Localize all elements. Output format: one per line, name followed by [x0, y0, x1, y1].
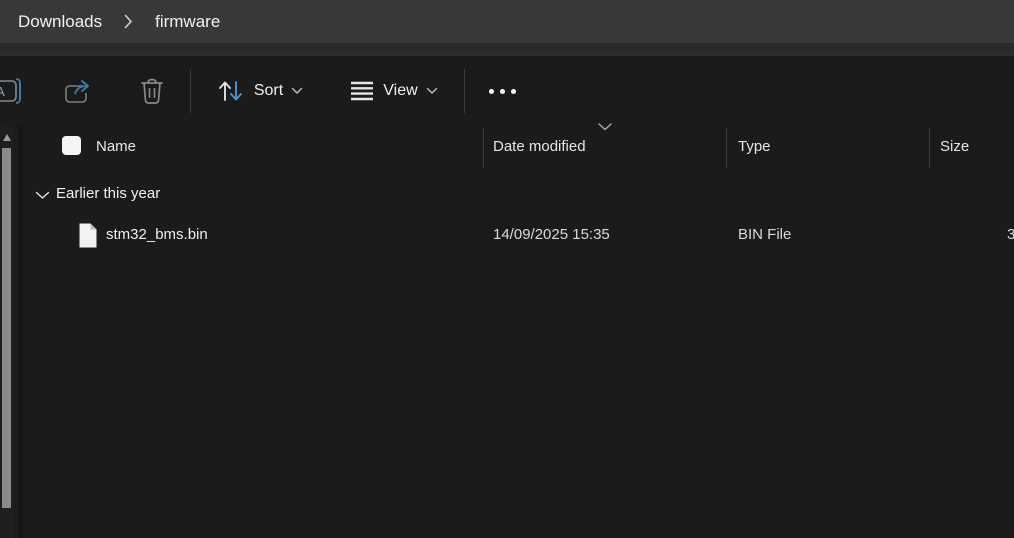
file-list-pane: Name Date modified Type Size Earlier thi…	[0, 126, 1014, 538]
svg-text:A: A	[0, 84, 5, 99]
share-button[interactable]	[54, 56, 102, 126]
column-divider[interactable]	[483, 128, 484, 168]
chevron-right-icon	[124, 14, 133, 29]
command-bar: A	[0, 56, 1014, 126]
chevron-down-icon	[291, 87, 303, 95]
sort-descending-icon	[597, 122, 613, 131]
column-divider[interactable]	[929, 128, 930, 168]
file-type: BIN File	[738, 216, 791, 254]
scrollbar-thumb[interactable]	[2, 148, 11, 508]
address-bar-strip	[0, 43, 1014, 56]
see-more-button[interactable]	[478, 56, 526, 126]
column-header-name[interactable]: Name	[96, 126, 136, 168]
delete-button[interactable]	[128, 56, 176, 126]
sort-button-label: Sort	[254, 82, 283, 100]
breadcrumb-item-firmware[interactable]: firmware	[155, 12, 220, 32]
share-icon	[63, 77, 93, 105]
view-button[interactable]: View	[338, 56, 450, 126]
rename-icon: A	[0, 76, 28, 106]
file-explorer-window: Downloads firmware A	[0, 0, 1014, 538]
breadcrumb: Downloads firmware	[0, 0, 1014, 43]
column-header-row: Name Date modified Type Size	[0, 126, 1014, 168]
column-header-date-modified[interactable]: Date modified	[493, 126, 586, 168]
file-date-modified: 14/09/2025 15:35	[493, 216, 610, 254]
nav-pane-scrollbar[interactable]	[0, 126, 14, 538]
toolbar-divider	[464, 69, 465, 113]
file-size: 3	[1007, 216, 1014, 254]
toolbar-divider	[190, 69, 191, 113]
group-header-earlier-this-year[interactable]: Earlier this year	[22, 178, 982, 210]
trash-icon	[139, 77, 165, 105]
group-label: Earlier this year	[56, 178, 160, 210]
column-header-type[interactable]: Type	[738, 126, 771, 168]
file-icon	[78, 222, 98, 249]
view-list-icon	[350, 80, 374, 102]
file-row[interactable]: stm32_bms.bin 14/09/2025 15:35 BIN File …	[0, 216, 1014, 254]
sort-button[interactable]: Sort	[204, 56, 316, 126]
column-divider[interactable]	[726, 128, 727, 168]
column-header-size[interactable]: Size	[940, 126, 969, 168]
sort-arrows-icon	[217, 78, 245, 104]
chevron-down-icon	[426, 87, 438, 95]
select-all-checkbox[interactable]	[62, 136, 81, 155]
breadcrumb-item-downloads[interactable]: Downloads	[18, 12, 102, 32]
chevron-down-icon	[35, 191, 50, 200]
view-button-label: View	[383, 82, 417, 100]
rename-button[interactable]: A	[0, 56, 32, 126]
file-name: stm32_bms.bin	[106, 216, 208, 254]
ellipsis-icon	[489, 89, 516, 94]
